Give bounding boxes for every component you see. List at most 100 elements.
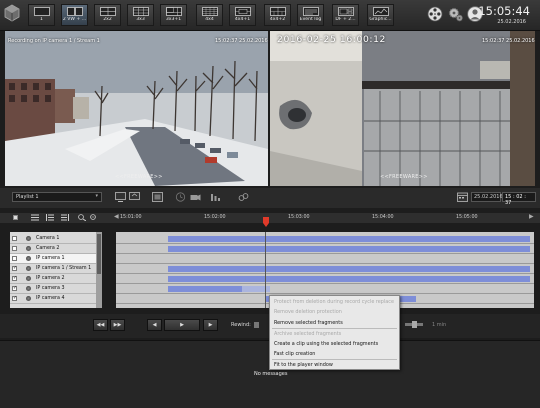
camera-checkbox[interactable] (12, 246, 17, 251)
camera-checkbox[interactable]: ✓ (12, 266, 17, 271)
fast-rewind-button[interactable]: ◀◀ (93, 319, 108, 331)
playhead-marker-icon[interactable] (262, 217, 270, 227)
recording-segment[interactable] (168, 276, 530, 282)
clock-icon[interactable] (175, 192, 186, 202)
camera-checkbox[interactable] (12, 256, 17, 261)
timeline-header: ◀ 15:01:00 15:02:00 15:03:00 15:04:00 15… (0, 213, 540, 227)
playhead-line (265, 232, 266, 308)
scrollbar-thumb[interactable] (97, 234, 101, 274)
camera-view-right[interactable]: 2016-02-25 16:00:12 15:02:37 25.02.2016 … (270, 31, 535, 186)
playback-date-field[interactable]: 25.02.2016 (471, 192, 503, 202)
select-all-checkbox[interactable] (13, 215, 18, 220)
camera-status-icon (26, 276, 31, 281)
timeline-track[interactable] (116, 254, 534, 264)
camera-row[interactable]: Camera 2 (10, 244, 96, 254)
menu-item-archive-selected-fragments[interactable]: Archive selected fragments (274, 331, 341, 337)
layout-4x4-plus1-button[interactable]: 4x4+1 (229, 4, 256, 26)
layout-df-button[interactable]: DF + 2... (332, 4, 359, 26)
layout-3x3-plus1-button[interactable]: 3x3+1 (160, 4, 187, 26)
timeline-track[interactable] (116, 284, 534, 294)
sort-icon[interactable] (210, 192, 221, 202)
camera-row[interactable]: ✓ IP camera 4 (10, 294, 96, 304)
camera-row[interactable]: ✓ IP camera 1 / Stream 1 (10, 264, 96, 274)
timeline-track[interactable] (116, 234, 534, 244)
menu-item-protect-from-deletion[interactable]: Protect from deletion during record cycl… (274, 299, 394, 305)
layout-label: Event log (299, 17, 322, 22)
camera-status-icon (26, 266, 31, 271)
grid-4x4-icon (201, 7, 218, 16)
scroll-right-icon[interactable]: ▶ (529, 213, 534, 220)
camera-row[interactable]: ✓ IP camera 2 (10, 274, 96, 284)
menu-item-remove-deletion-protection[interactable]: Remove deletion protection (274, 309, 342, 315)
play-button[interactable]: ▶ (164, 319, 200, 331)
rewind-slider-handle[interactable] (412, 321, 417, 328)
timeline-tick: 15:05:00 (456, 215, 478, 220)
camera-checkbox[interactable] (12, 236, 17, 241)
camera-filter-icon[interactable] (190, 192, 201, 202)
camera-left-caption: Recording on IP camera 1 / Stream 1 (8, 38, 100, 44)
monitor-icon[interactable] (115, 192, 126, 202)
camera-row[interactable]: IP camera 1 (10, 254, 96, 264)
playback-time-field[interactable]: 15 : 02 : 37 (502, 192, 536, 206)
layout-2vw-button[interactable]: 2 VW + ... (61, 4, 88, 26)
step-forward-button[interactable]: ▶ (203, 319, 218, 331)
camera-status-icon (26, 246, 31, 251)
layout-label: 2 VW + ... (62, 17, 87, 22)
playlist-toolbar: Playlist 1 ▾ 25.02.2016 15 : 02 : 37 (0, 188, 540, 208)
timeline-track[interactable] (116, 244, 534, 254)
zoom-in-icon[interactable] (78, 214, 86, 221)
settings-gears-icon[interactable] (448, 5, 464, 23)
layout-3x3-button[interactable]: 3x3 (127, 4, 154, 26)
check-mark-icon: ✓ (13, 295, 18, 301)
df-layout-icon (337, 7, 354, 16)
camera-row[interactable]: ✓ IP camera 3 (10, 284, 96, 294)
camera-left-watermark: <<FREEWARE>> (115, 174, 163, 180)
menu-item-fit-to-player-window[interactable]: Fit to the player window (274, 362, 333, 368)
timeline-track[interactable] (116, 274, 534, 284)
list-expand-icon[interactable] (46, 214, 54, 221)
camera-checkbox[interactable]: ✓ (12, 286, 17, 291)
list-collapse-icon[interactable] (61, 214, 69, 221)
playlist-select[interactable]: Playlist 1 ▾ (12, 192, 102, 202)
list-view-icon[interactable] (31, 214, 39, 221)
camera-left-timestamp: 15:02:37 25.02.2016 (215, 38, 268, 44)
recording-segment[interactable] (168, 266, 530, 272)
layout-1-button[interactable]: 1 (28, 4, 55, 26)
zoom-out-icon[interactable] (90, 214, 98, 221)
film-reel-icon[interactable] (427, 5, 443, 23)
recording-segment[interactable] (168, 246, 530, 252)
rewind-slider-start-handle[interactable] (254, 322, 259, 328)
two-view-icon (66, 7, 83, 16)
playback-time-seconds: 37 (505, 200, 512, 206)
layout-4x4-plus2-button[interactable]: 4x4+2 (264, 4, 291, 26)
camera-view-left[interactable]: Recording on IP camera 1 / Stream 1 15:0… (5, 31, 268, 186)
menu-item-remove-selected-fragments[interactable]: Remove selected fragments (274, 320, 343, 326)
link-icon[interactable] (238, 192, 249, 202)
grid-4x4-plus2-icon (269, 7, 286, 16)
camera-checkbox[interactable]: ✓ (12, 276, 17, 281)
camera-row[interactable]: Camera 1 (10, 234, 96, 244)
recording-segment[interactable] (168, 236, 530, 242)
camera-list-scrollbar[interactable] (96, 232, 102, 308)
calendar-icon[interactable] (457, 192, 468, 202)
layout-label: Graphic... (369, 17, 392, 22)
camera-name: IP camera 1 (36, 256, 65, 261)
scroll-left-icon[interactable]: ◀ (114, 213, 119, 220)
check-mark-icon: ✓ (13, 275, 18, 281)
timeline-track[interactable] (116, 264, 534, 274)
timeline-tick: 15:01:00 (120, 215, 142, 220)
camera-name: IP camera 3 (36, 286, 65, 291)
menu-item-create-clip[interactable]: Create a clip using the selected fragmen… (274, 341, 378, 347)
layout-4x4-button[interactable]: 4x4 (196, 4, 223, 26)
step-back-button[interactable]: ◀ (147, 319, 162, 331)
camera-status-icon (26, 286, 31, 291)
layout-2x2-button[interactable]: 2x2 (94, 4, 121, 26)
monitor-export-icon[interactable] (129, 192, 140, 202)
fast-forward-button[interactable]: ▶▶ (110, 319, 125, 331)
menu-item-fast-clip-creation[interactable]: Fast clip creation (274, 351, 315, 357)
recording-segment[interactable] (168, 286, 242, 292)
event-log-button[interactable]: Event log (297, 4, 324, 26)
archive-view-icon[interactable] (152, 192, 163, 202)
camera-checkbox[interactable]: ✓ (12, 296, 17, 301)
layout-graphic-button[interactable]: Graphic... (367, 4, 394, 26)
